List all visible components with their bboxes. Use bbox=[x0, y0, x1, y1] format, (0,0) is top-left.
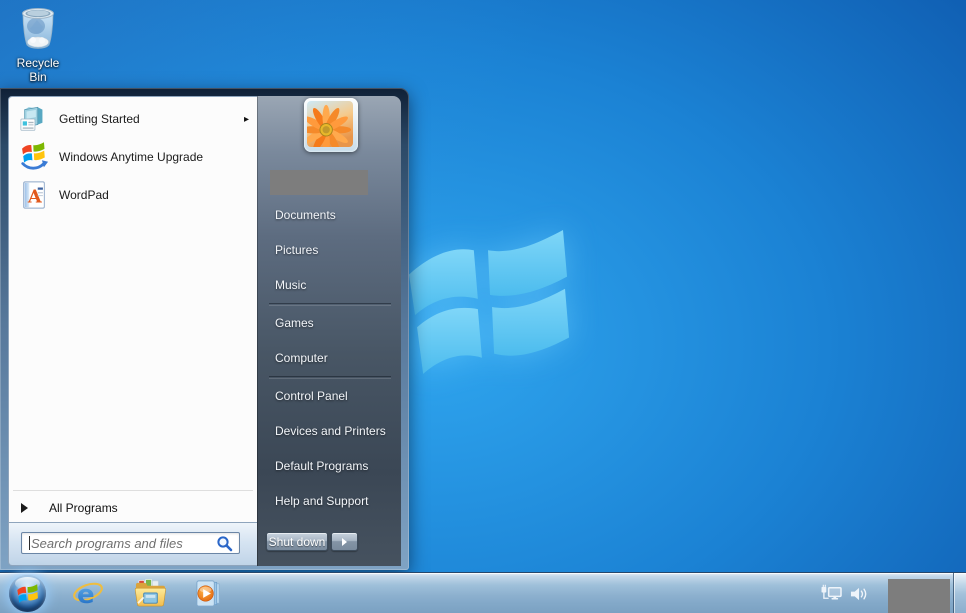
start-menu-search-area bbox=[8, 523, 257, 566]
menu-item-getting-started[interactable]: Getting Started ▸ bbox=[9, 100, 257, 138]
windows-flag-icon bbox=[17, 584, 38, 603]
system-tray bbox=[820, 573, 869, 613]
start-menu-programs-panel: Getting Started ▸ bbox=[8, 96, 257, 523]
recycle-bin-icon bbox=[16, 5, 60, 51]
menu-item-default-programs[interactable]: Default Programs bbox=[257, 449, 401, 484]
chevron-right-icon bbox=[342, 538, 347, 546]
search-icon[interactable] bbox=[216, 535, 234, 553]
menu-item-devices-and-printers[interactable]: Devices and Printers bbox=[257, 414, 401, 449]
shut-down-button[interactable]: Shut down bbox=[266, 532, 328, 551]
places-list: Documents Pictures Music Games Computer … bbox=[257, 198, 401, 519]
wordpad-icon: A bbox=[19, 180, 49, 210]
internet-explorer-icon: e bbox=[72, 577, 104, 609]
menu-item-label: WordPad bbox=[59, 188, 109, 202]
show-desktop-button[interactable] bbox=[953, 573, 966, 613]
taskbar-internet-explorer[interactable]: e bbox=[68, 573, 108, 613]
getting-started-icon bbox=[19, 104, 49, 134]
windows-explorer-icon bbox=[134, 578, 167, 609]
menu-item-computer[interactable]: Computer bbox=[257, 341, 401, 376]
taskbar-windows-media-player[interactable] bbox=[188, 573, 228, 613]
shut-down-options-button[interactable] bbox=[331, 532, 358, 551]
flower-picture bbox=[307, 101, 353, 147]
svg-text:e: e bbox=[77, 580, 95, 609]
menu-item-windows-anytime-upgrade[interactable]: Windows Anytime Upgrade bbox=[9, 138, 257, 176]
text-caret bbox=[29, 536, 30, 550]
shutdown-controls: Shut down bbox=[257, 532, 401, 554]
all-programs-label: All Programs bbox=[49, 501, 118, 515]
volume-icon[interactable] bbox=[850, 586, 869, 602]
menu-item-label: Windows Anytime Upgrade bbox=[59, 150, 203, 164]
menu-item-control-panel[interactable]: Control Panel bbox=[257, 379, 401, 414]
menu-item-games[interactable]: Games bbox=[257, 306, 401, 341]
windows-media-player-icon bbox=[193, 578, 224, 609]
windows-logo-watermark bbox=[406, 228, 570, 380]
menu-item-documents[interactable]: Documents bbox=[257, 198, 401, 233]
menu-item-music[interactable]: Music bbox=[257, 268, 401, 303]
windows-anytime-upgrade-icon bbox=[19, 142, 49, 172]
taskbar: e bbox=[0, 572, 966, 613]
submenu-arrow-icon: ▸ bbox=[244, 114, 249, 125]
menu-item-wordpad[interactable]: A WordPad bbox=[9, 176, 257, 214]
all-programs-item[interactable]: All Programs bbox=[9, 494, 257, 522]
menu-item-help-and-support[interactable]: Help and Support bbox=[257, 484, 401, 519]
recycle-bin-shortcut[interactable]: Recycle Bin bbox=[8, 5, 68, 84]
start-button[interactable] bbox=[9, 575, 46, 612]
all-programs-arrow-icon bbox=[21, 503, 28, 513]
username-redacted bbox=[270, 170, 368, 195]
separator bbox=[13, 490, 253, 491]
recycle-bin-label: Recycle Bin bbox=[8, 56, 68, 84]
search-input[interactable] bbox=[31, 534, 205, 552]
user-avatar[interactable] bbox=[304, 98, 358, 152]
menu-item-pictures[interactable]: Pictures bbox=[257, 233, 401, 268]
taskbar-windows-explorer[interactable] bbox=[130, 573, 170, 613]
start-menu-places-panel: Documents Pictures Music Games Computer … bbox=[257, 96, 401, 566]
network-icon[interactable] bbox=[820, 584, 843, 603]
start-menu: Getting Started ▸ bbox=[0, 88, 409, 570]
clock-redacted bbox=[888, 579, 950, 613]
start-search-box bbox=[21, 532, 240, 554]
menu-item-label: Getting Started bbox=[59, 112, 140, 126]
desktop: Recycle Bin bbox=[0, 0, 966, 613]
